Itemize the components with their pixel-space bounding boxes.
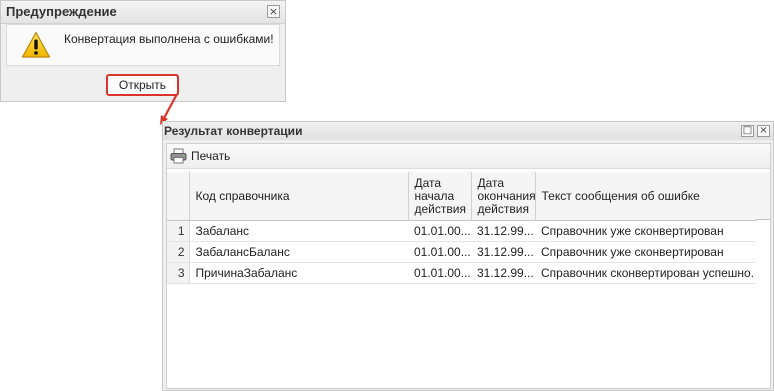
table-row[interactable]: 1 Забаланс 01.01.00... 31.12.99... Справ… xyxy=(167,220,756,242)
column-header-row-number xyxy=(167,172,190,221)
cell-message: Справочник уже сконвертирован xyxy=(535,220,756,242)
result-table: Код справочника Дата начала действия Дат… xyxy=(167,172,757,284)
toolbar: Печать xyxy=(167,144,770,169)
cell-code: ПричинаЗабаланс xyxy=(189,262,408,284)
cell-message: Справочник сконвертирован успешно. xyxy=(535,262,756,284)
cell-start-date: 01.01.00... xyxy=(408,241,471,263)
row-number: 3 xyxy=(167,262,190,284)
print-button-label: Печать xyxy=(191,149,231,163)
warning-dialog: Предупреждение × Конвертация выполнена с… xyxy=(0,0,286,102)
table-row[interactable]: 2 ЗабалансБаланс 01.01.00... 31.12.99...… xyxy=(167,241,756,263)
warning-dialog-title: Предупреждение xyxy=(6,4,117,19)
cell-end-date: 31.12.99... xyxy=(471,241,535,263)
cell-message: Справочник уже сконвертирован xyxy=(535,241,756,263)
cell-start-date: 01.01.00... xyxy=(408,220,471,242)
result-window-title: Результат конвертации xyxy=(164,124,303,138)
header-scroll-spacer xyxy=(756,172,770,220)
cell-code: ЗабалансБаланс xyxy=(189,241,408,263)
cell-end-date: 31.12.99... xyxy=(471,220,535,242)
row-number: 1 xyxy=(167,220,190,242)
close-icon[interactable]: × xyxy=(757,125,770,137)
column-header-error-message[interactable]: Текст сообщения об ошибке xyxy=(535,172,757,221)
warning-message-panel: Конвертация выполнена с ошибками! xyxy=(6,24,280,66)
warning-dialog-header[interactable]: Предупреждение × xyxy=(1,1,285,24)
printer-icon xyxy=(170,148,187,167)
cell-code: Забаланс xyxy=(189,220,408,242)
column-header-code[interactable]: Код справочника xyxy=(189,172,409,221)
warning-message: Конвертация выполнена с ошибками! xyxy=(64,32,274,46)
table-row[interactable]: 3 ПричинаЗабаланс 01.01.00... 31.12.99..… xyxy=(167,262,756,284)
result-window-body: Печать Код справочника Дата начала дейст… xyxy=(166,143,771,389)
table-header-row: Код справочника Дата начала действия Дат… xyxy=(167,172,757,221)
close-icon[interactable]: × xyxy=(267,5,280,18)
conversion-result-window: Результат конвертации □ × Печать Код спр… xyxy=(162,121,774,391)
maximize-icon[interactable]: □ xyxy=(741,125,754,137)
cell-start-date: 01.01.00... xyxy=(408,262,471,284)
column-header-start-date[interactable]: Дата начала действия xyxy=(408,172,472,221)
column-header-end-date[interactable]: Дата окончания действия xyxy=(471,172,536,221)
row-number: 2 xyxy=(167,241,190,263)
warning-triangle-icon xyxy=(21,31,51,62)
cell-end-date: 31.12.99... xyxy=(471,262,535,284)
result-window-header[interactable]: Результат конвертации □ × xyxy=(163,122,773,140)
